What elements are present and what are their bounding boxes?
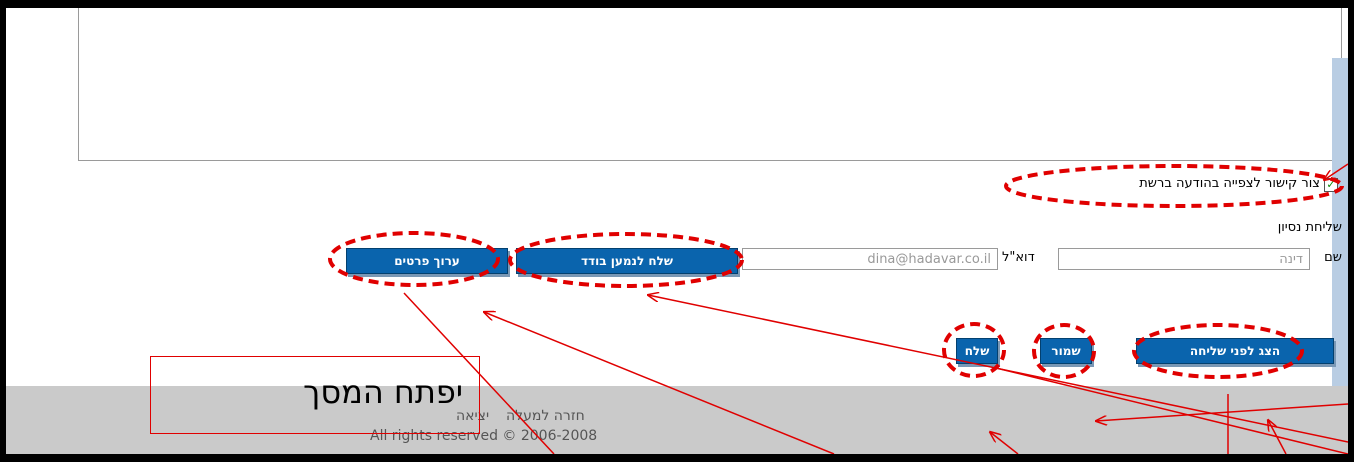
name-label: שם	[1324, 250, 1342, 265]
back-to-top-link[interactable]: חזרה למעלה	[506, 408, 585, 424]
test-send-title: שליחת נסיון	[1277, 220, 1342, 235]
name-field[interactable]: דינה	[1058, 248, 1310, 270]
message-editor-area[interactable]	[78, 8, 1342, 161]
edit-details-button[interactable]: ערוך פרטים	[346, 248, 508, 274]
annotation-callout-box: יפתח המסך	[150, 356, 480, 434]
save-button[interactable]: שמור	[1040, 338, 1092, 364]
preview-before-send-button[interactable]: הצג לפני שליחה	[1136, 338, 1334, 364]
send-single-recipient-button[interactable]: שלח לנמען בודד	[516, 248, 738, 274]
web-view-link-checkbox[interactable]: ✓	[1324, 178, 1338, 192]
checkbox-row[interactable]: ✓ צור קישור לצפייה בהודעה ברשת	[1042, 176, 1338, 194]
email-label: דוא"ל	[1002, 250, 1035, 265]
annotation-callout-text: יפתח המסך	[303, 373, 463, 411]
email-field[interactable]: dina@hadavar.co.il	[742, 248, 998, 270]
send-button[interactable]: שלח	[956, 338, 998, 364]
screenshot-frame: ✓ צור קישור לצפייה בהודעה ברשת שליחת נסי…	[6, 8, 1348, 454]
web-view-link-label: צור קישור לצפייה בהודעה ברשת	[1139, 176, 1320, 191]
